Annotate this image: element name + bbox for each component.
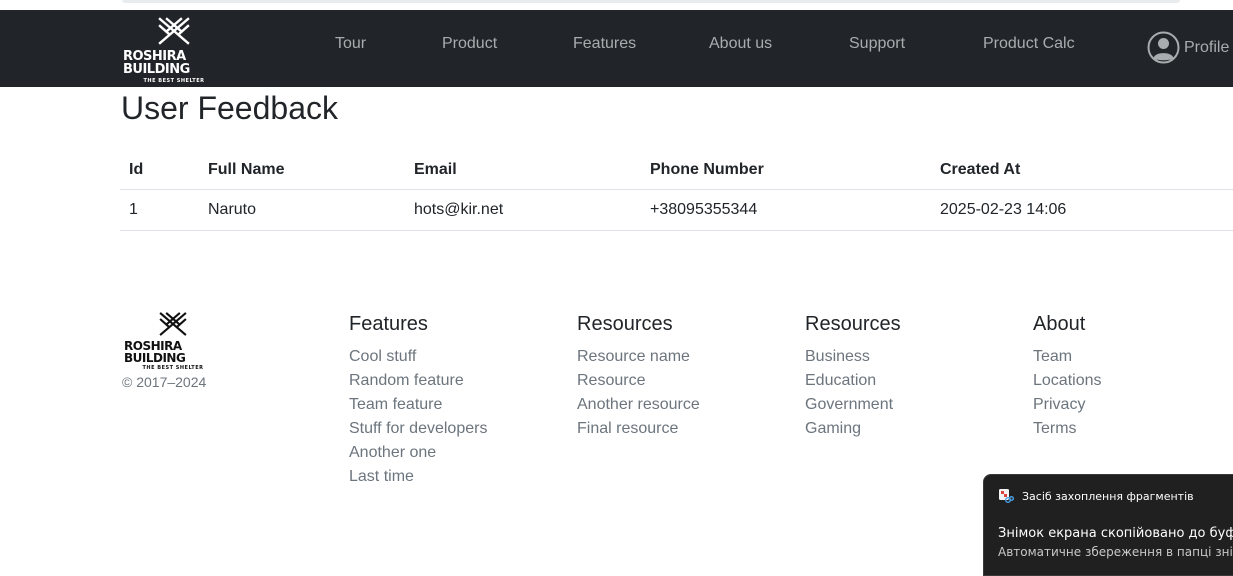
footer-column-resources-2: Resources Business Education Government … — [805, 312, 901, 441]
footer-brand-name: ROSHIRA BUILDING — [124, 339, 186, 365]
nav-link-product-calc[interactable]: Product Calc — [983, 35, 1075, 53]
footer-link[interactable]: Final resource — [577, 417, 700, 441]
footer-column-title: Resources — [805, 313, 901, 335]
footer-logo[interactable]: ROSHIRA BUILDING THE BEST SHELTER — [124, 311, 222, 371]
footer-link[interactable]: Government — [805, 393, 901, 417]
footer-link[interactable]: Gaming — [805, 417, 901, 441]
nav-link-support[interactable]: Support — [849, 35, 905, 53]
column-header-created-at: Created At — [940, 150, 1233, 190]
nav-link-about-us[interactable]: About us — [709, 35, 772, 53]
roshira-logo-icon — [159, 312, 187, 336]
footer-link[interactable]: Cool stuff — [349, 345, 487, 369]
column-header-full-name: Full Name — [208, 150, 414, 190]
cell-full-name: Naruto — [208, 189, 414, 231]
table-header-row: Id Full Name Email Phone Number Created … — [120, 150, 1233, 190]
footer-column-resources: Resources Resource name Resource Another… — [577, 312, 700, 441]
footer-column-title: Resources — [577, 313, 673, 335]
footer-link[interactable]: Resource — [577, 369, 700, 393]
navbar-logo[interactable]: ROSHIRA BUILDING THE BEST SHELTER — [123, 16, 225, 84]
roshira-logo-icon — [158, 17, 190, 45]
nav-link-product[interactable]: Product — [442, 35, 497, 53]
footer-link[interactable]: Random feature — [349, 369, 487, 393]
page-title: User Feedback — [121, 90, 338, 126]
footer-link[interactable]: Stuff for developers — [349, 417, 487, 441]
footer-column-title: About — [1033, 313, 1086, 335]
column-header-email: Email — [414, 150, 650, 190]
cell-email: hots@kir.net — [414, 189, 650, 231]
cell-created-at: 2025-02-23 14:06 — [940, 189, 1233, 231]
notification-app-name: Засіб захоплення фрагментів — [1022, 489, 1194, 503]
footer-link[interactable]: Team — [1033, 345, 1102, 369]
top-strip-bar — [122, 0, 1180, 3]
cell-id: 1 — [120, 189, 208, 231]
column-header-phone-number: Phone Number — [650, 150, 940, 190]
snipping-tool-icon — [999, 489, 1014, 503]
footer-column-about: About Team Locations Privacy Terms — [1033, 312, 1102, 441]
footer-brand-tagline: THE BEST SHELTER — [142, 365, 204, 371]
navbar: ROSHIRA BUILDING THE BEST SHELTER Tour P… — [0, 10, 1233, 87]
browser-top-strip — [0, 0, 1233, 10]
footer-link[interactable]: Education — [805, 369, 901, 393]
profile-label: Profile — [1184, 38, 1230, 56]
table-row: 1 Naruto hots@kir.net +38095355344 2025-… — [120, 189, 1233, 231]
feedback-table: Id Full Name Email Phone Number Created … — [120, 150, 1233, 231]
footer-column-title: Features — [349, 313, 428, 335]
copyright: © 2017–2024 — [122, 374, 207, 390]
footer-link[interactable]: Team feature — [349, 393, 487, 417]
column-header-id: Id — [120, 150, 208, 190]
notification-message: Знімок екрана скопійовано до буфера обмі… — [998, 526, 1233, 541]
footer-link[interactable]: Privacy — [1033, 393, 1102, 417]
footer-link[interactable]: Locations — [1033, 369, 1102, 393]
footer-link[interactable]: Another resource — [577, 393, 700, 417]
profile-button[interactable]: Profile — [1147, 31, 1229, 64]
nav-link-features[interactable]: Features — [573, 35, 636, 53]
notification-detail: Автоматичне збереження в папці знімків е… — [998, 545, 1233, 559]
footer-link[interactable]: Terms — [1033, 417, 1102, 441]
navbar-brand-name: ROSHIRA BUILDING — [123, 49, 190, 77]
footer-link[interactable]: Another one — [349, 441, 487, 465]
footer-link[interactable]: Business — [805, 345, 901, 369]
nav-link-tour[interactable]: Tour — [335, 35, 366, 53]
navbar-brand-tagline: THE BEST SHELTER — [143, 78, 205, 84]
notification-header: Засіб захоплення фрагментів — [998, 488, 1194, 504]
footer-column-features: Features Cool stuff Random feature Team … — [349, 312, 487, 489]
footer-link[interactable]: Resource name — [577, 345, 700, 369]
footer-link[interactable]: Last time — [349, 465, 487, 489]
cell-phone-number: +38095355344 — [650, 189, 940, 231]
profile-icon — [1147, 31, 1180, 64]
